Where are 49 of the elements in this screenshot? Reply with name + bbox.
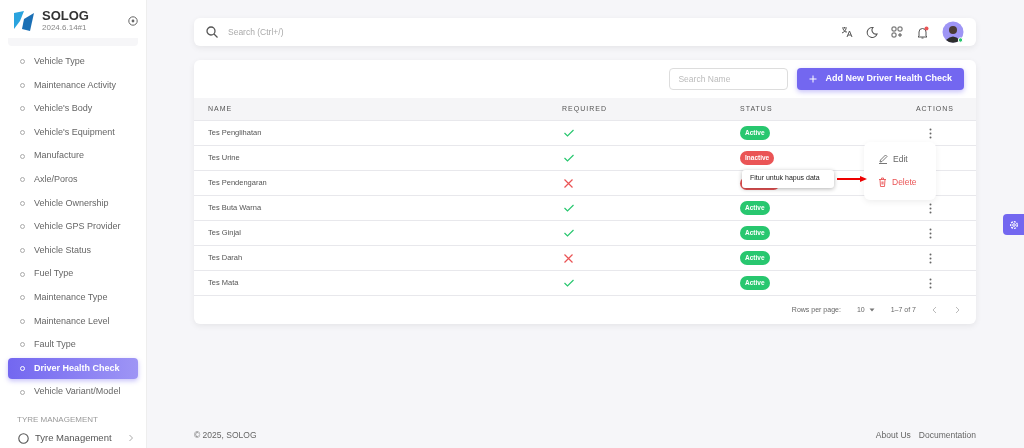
sidebar-item[interactable]: Vehicle's Body [8,98,138,120]
bell-icon[interactable] [916,25,929,39]
more-icon[interactable] [929,277,932,289]
apps-icon[interactable] [891,26,903,38]
sidebar-group[interactable]: Tyre Management [0,430,146,446]
search-icon [206,26,218,38]
sidebar-item[interactable]: Fuel Type [8,263,138,285]
sidebar-item[interactable]: Driver Health Check [8,358,138,379]
sidebar-item[interactable]: Vehicle's Equipment [8,122,138,144]
section-heading: TYRE MANAGEMENT [16,413,99,426]
sidebar-item[interactable]: Vehicle Type [8,51,138,73]
copyright-text: © 2025, SOLOG [194,429,257,442]
sidebar-item[interactable]: Maintenance Level [8,310,138,332]
moon-icon[interactable] [866,26,878,38]
sidebar-item[interactable]: Fault Type [8,334,138,356]
logo-icon [12,9,36,33]
chevron-right-icon [128,434,134,443]
menu-item[interactable]: Delete [864,170,936,194]
translate-icon[interactable] [841,26,853,38]
brand-name: SOLOG [42,8,90,22]
arrow-icon [837,176,867,182]
sidebar-item[interactable]: Axle/Poros [8,169,138,191]
add-button[interactable]: Add New Driver Health Check [797,68,964,90]
plus-icon [809,75,818,83]
sidebar-item[interactable]: Vehicle GPS Provider [8,216,138,238]
sidebar-item[interactable]: Maintenance Activity [8,74,138,96]
sidebar-item[interactable]: Vehicle Status [8,240,138,262]
more-icon[interactable] [929,202,932,214]
search-bar[interactable]: Search (Ctrl+/) [194,18,976,46]
pencil-icon [878,154,888,165]
sidebar-item[interactable]: Manufacture [8,145,138,167]
menu-item[interactable]: Edit [864,148,936,171]
sidebar-item[interactable]: Maintenance Type [8,287,138,309]
settings-button[interactable] [1003,214,1024,235]
more-icon[interactable] [929,227,932,239]
caret-down-icon [868,308,875,312]
more-icon[interactable] [929,252,932,264]
search-name-field[interactable]: Search Name [669,68,789,90]
footer-link[interactable]: Documentation [918,429,976,442]
more-icon[interactable] [929,127,932,139]
circle-icon [18,432,29,444]
trash-icon [878,177,887,188]
settings-icon [1008,219,1019,230]
footer-link[interactable]: About Us [875,429,911,442]
sidebar-item[interactable]: Vehicle Ownership [8,192,138,214]
version-text: 2024.6.14#1 [42,21,88,34]
avatar-icon[interactable] [942,21,964,43]
sidebar-item[interactable]: Vehicle Variant/Model [8,381,138,403]
collapse-icon[interactable] [128,16,138,26]
